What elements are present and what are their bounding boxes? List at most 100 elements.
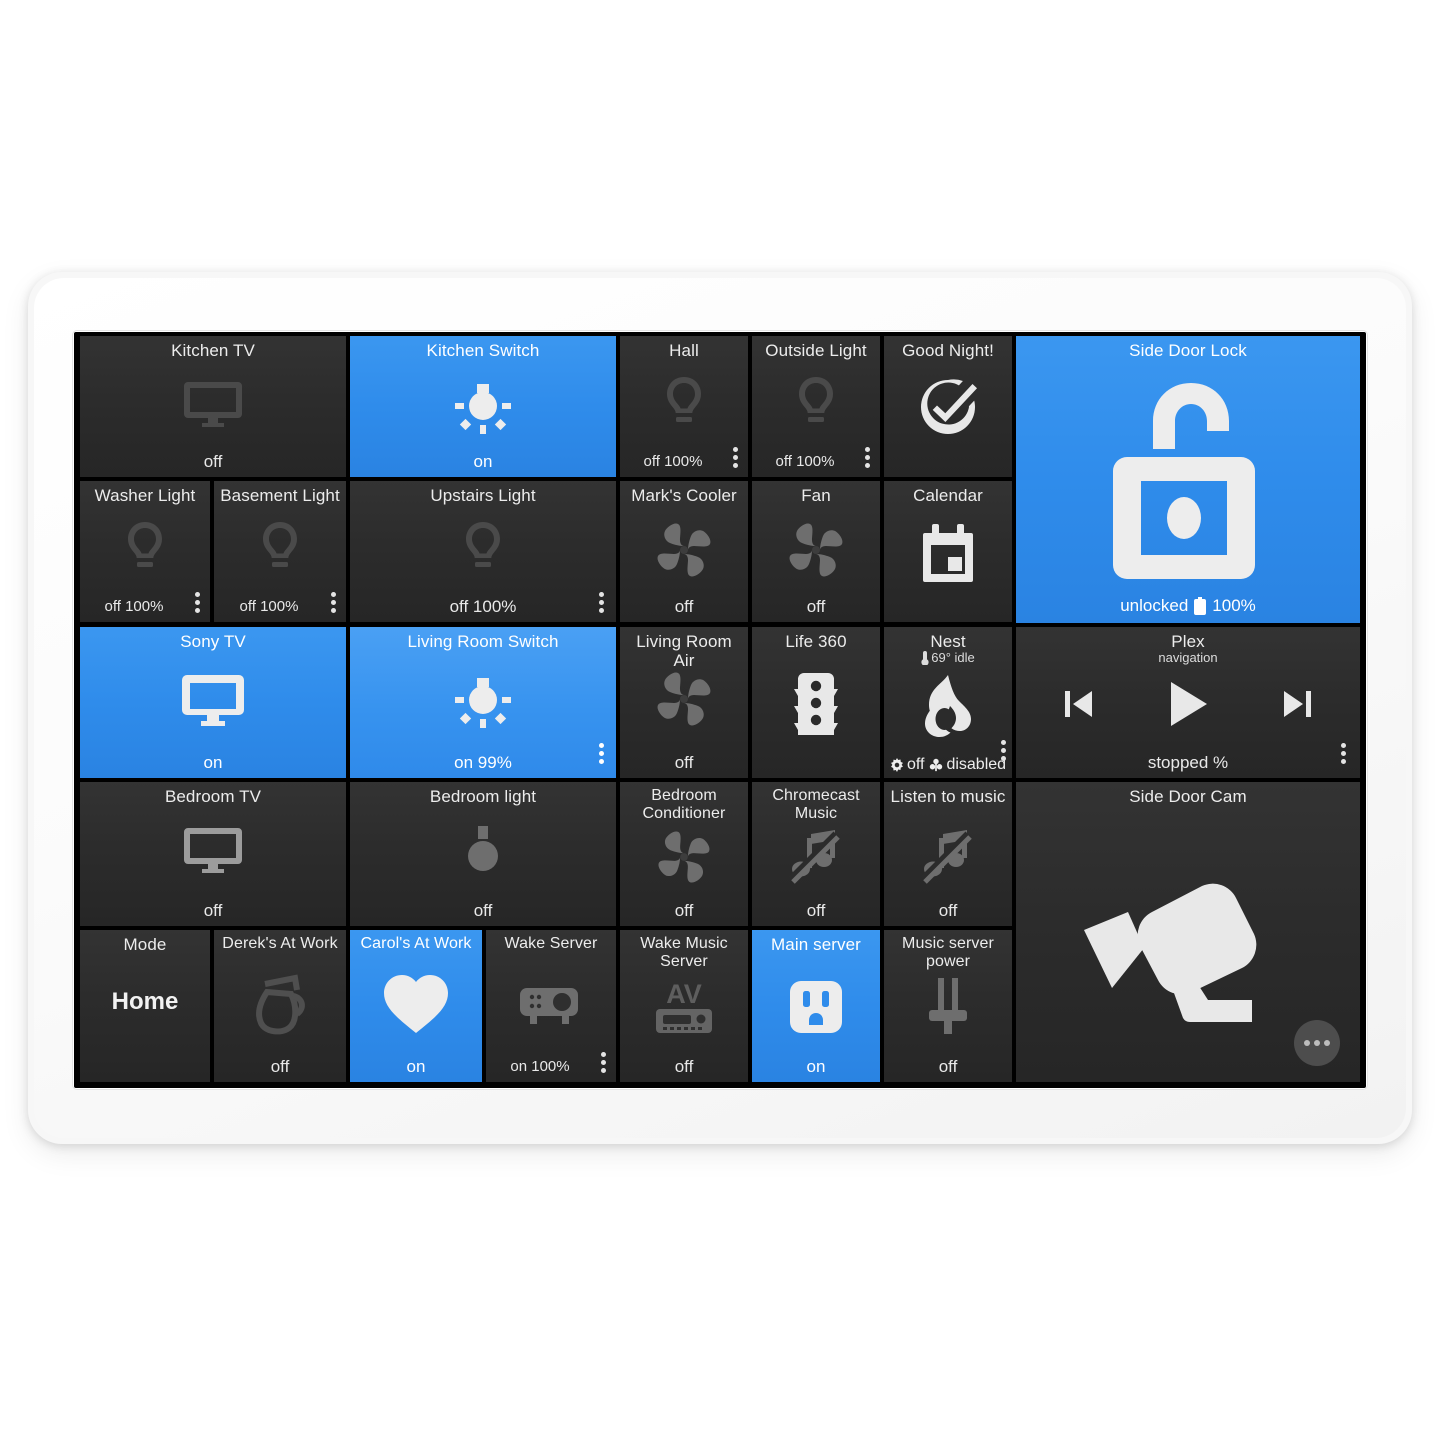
tile-title: Derek's At Work [222,935,338,952]
tile-washer-light[interactable]: Washer Light off 100% [80,481,210,622]
tile-title: Life 360 [785,632,847,651]
tile-state: on 100% [510,1058,570,1075]
tile-state: off [806,597,826,616]
overflow-menu-icon[interactable] [1001,740,1006,761]
tile-state: on [203,753,223,772]
tile-hall[interactable]: Hall off 100% [620,336,748,477]
tile-state-row: unlocked 100% [1016,596,1360,615]
traffic-light-icon [752,669,880,739]
svg-text:AV: AV [666,979,702,1009]
music-off-icon [884,828,1012,886]
tile-music-server-power[interactable]: Music server power off [884,930,1012,1082]
check-circle-icon [884,372,1012,442]
bulb-plain-icon [350,818,616,884]
tile-nest[interactable]: Nest 69° idle off disabled [884,627,1012,778]
calendar-icon [884,519,1012,587]
tile-kitchen-tv[interactable]: Kitchen TV off [80,336,346,477]
tile-calendar[interactable]: Calendar [884,481,1012,622]
tile-state: off [674,901,694,920]
tile-state: off 100% [643,453,703,470]
av-receiver-icon: AV [620,976,748,1038]
bulb-icon [80,515,210,581]
tile-title: Nest [930,632,966,651]
cctv-camera-icon [1016,866,1360,1036]
camera-more-button[interactable] [1294,1020,1340,1066]
overflow-menu-icon[interactable] [1341,743,1346,764]
fan-small-icon [930,758,943,771]
nest-subtitle: 69° idle [884,651,1012,665]
tile-title: Living Room Air [636,632,732,670]
bulb-icon [214,515,346,581]
heart-icon [350,972,482,1036]
tablet-screen: Kitchen TV off Kitchen Switch on Hall of… [74,332,1366,1088]
tile-side-door-lock[interactable]: Side Door Lock unlocked 100% [1016,336,1360,623]
play-icon[interactable] [1169,682,1207,726]
tile-basement-light[interactable]: Basement Light off 100% [214,481,346,622]
fan-icon [752,519,880,581]
tile-state: off [674,1057,694,1076]
tv-icon [80,820,346,882]
tile-good-night[interactable]: Good Night! [884,336,1012,477]
padlock-open-icon [1016,378,1360,584]
tile-life-360[interactable]: Life 360 [752,627,880,778]
previous-track-icon[interactable] [1065,689,1093,719]
tile-side-door-cam[interactable]: Side Door Cam [1016,782,1360,1082]
tile-bedroom-conditioner[interactable]: Bedroom Conditioner off [620,782,748,926]
projector-icon [486,974,616,1034]
tile-title: Wake Music Server [640,935,728,970]
tile-state: off 100% [449,597,517,616]
tile-plex[interactable]: Plex navigation stopped % [1016,627,1360,778]
tile-title: Mode [123,935,167,954]
tile-wake-music-server[interactable]: Wake Music Server AV off [620,930,748,1082]
tile-sony-tv[interactable]: Sony TV on [80,627,346,778]
tile-living-room-air[interactable]: Living Room Air off [620,627,748,778]
tile-state: stopped % [1147,753,1229,772]
overflow-menu-icon[interactable] [733,447,738,468]
plug-icon [884,976,1012,1038]
coffee-pot-icon [214,970,346,1040]
tile-living-room-switch[interactable]: Living Room Switch on 99% [350,627,616,778]
tile-title: Living Room Switch [407,632,559,651]
tile-fan[interactable]: Fan off [752,481,880,622]
tile-main-server[interactable]: Main server on [752,930,880,1082]
next-track-icon[interactable] [1283,689,1311,719]
tile-title: Sony TV [180,632,246,651]
tile-state: off [203,452,223,471]
tile-title: Outside Light [765,341,867,360]
bulb-icon [350,515,616,581]
tile-mode[interactable]: Mode Home [80,930,210,1082]
tile-chromecast-music[interactable]: Chromecast Music off [752,782,880,926]
overflow-menu-icon[interactable] [601,1052,606,1073]
tile-listen-to-music[interactable]: Listen to music off [884,782,1012,926]
tile-state: off [938,901,958,920]
fan-icon [620,519,748,581]
overflow-menu-icon[interactable] [599,592,604,613]
tile-outside-light[interactable]: Outside Light off 100% [752,336,880,477]
tile-dereks-at-work[interactable]: Derek's At Work off [214,930,346,1082]
plex-subtitle: navigation [1158,650,1218,665]
tile-wake-server[interactable]: Wake Server on 100% [486,930,616,1082]
overflow-menu-icon[interactable] [599,743,604,764]
tile-bedroom-tv[interactable]: Bedroom TV off [80,782,346,926]
tile-title: Chromecast Music [772,787,860,822]
overflow-menu-icon[interactable] [195,592,200,613]
media-transport [1016,675,1360,733]
screenshot-root: Kitchen TV off Kitchen Switch on Hall of… [0,0,1440,1440]
power-outlet-icon [752,976,880,1038]
tile-title: Wake Server [504,935,598,952]
tile-title: Listen to music [890,787,1006,806]
tile-title: Kitchen TV [171,341,255,360]
tile-kitchen-switch[interactable]: Kitchen Switch on [350,336,616,477]
overflow-menu-icon[interactable] [331,592,336,613]
tile-marks-cooler[interactable]: Mark's Cooler off [620,481,748,622]
tile-title: Side Door Cam [1129,787,1247,806]
gear-icon [890,757,903,772]
tile-carols-at-work[interactable]: Carol's At Work on [350,930,482,1082]
tile-upstairs-light[interactable]: Upstairs Light off 100% [350,481,616,622]
tile-title: Music server power [902,935,994,970]
tile-title: Basement Light [220,486,340,505]
overflow-menu-icon[interactable] [865,447,870,468]
tile-state: off 100% [775,453,835,470]
tile-state: off [674,753,694,772]
tile-bedroom-light[interactable]: Bedroom light off [350,782,616,926]
